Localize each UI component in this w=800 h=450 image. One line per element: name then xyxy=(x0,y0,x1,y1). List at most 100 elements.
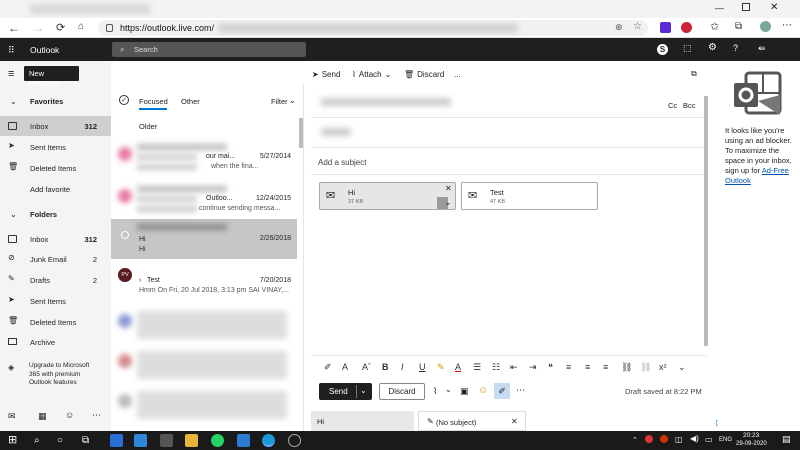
list-item[interactable] xyxy=(111,306,297,348)
word-icon[interactable] xyxy=(237,434,250,447)
chevron-down-icon[interactable]: ⌄ xyxy=(360,386,367,395)
extension-icon-2[interactable] xyxy=(681,22,692,33)
list-item[interactable] xyxy=(111,386,297,428)
align-center-icon[interactable]: ≡ xyxy=(585,362,590,372)
filter-button[interactable]: Filter xyxy=(271,97,288,106)
clock-date[interactable]: 29-09-2020 xyxy=(736,441,767,447)
nav-folder-deleted[interactable]: 🗑 Deleted Items xyxy=(0,312,111,332)
nav-folder-drafts[interactable]: ✎ Drafts 2 xyxy=(0,270,111,290)
help-icon[interactable]: ? xyxy=(733,43,738,53)
italic-icon[interactable]: I xyxy=(401,362,404,372)
align-left-icon[interactable]: ≡ xyxy=(566,362,571,372)
increase-indent-icon[interactable]: ⇥ xyxy=(529,362,537,373)
feedback-icon[interactable]: ⬚ xyxy=(683,43,692,54)
draft-tab-no-subject[interactable]: ✎ (No subject) ✕ xyxy=(418,411,526,431)
battery-icon[interactable]: ▭ xyxy=(705,435,713,444)
maximize-icon[interactable] xyxy=(742,3,750,11)
nav-add-favorite[interactable]: Add favorite xyxy=(0,179,111,199)
nav-fav-inbox[interactable]: Inbox 312 xyxy=(0,116,111,136)
home-icon[interactable]: ⌂ xyxy=(78,21,84,32)
decrease-indent-icon[interactable]: ⇤ xyxy=(510,362,518,373)
app-icon[interactable] xyxy=(110,434,123,447)
format-painter-icon[interactable]: ✐ xyxy=(324,362,332,373)
select-radio[interactable] xyxy=(121,231,129,239)
unlink-icon[interactable]: ⛓ xyxy=(640,362,651,373)
clock-time[interactable]: 20:23 xyxy=(743,432,759,439)
favorites-header[interactable]: Favorites xyxy=(30,97,63,106)
paperclip-icon[interactable]: ⌇ xyxy=(433,386,437,397)
toolbar-more-button[interactable]: ... xyxy=(454,66,461,82)
more-format-icon[interactable]: ⌄ xyxy=(678,362,686,373)
superscript-icon[interactable]: x² xyxy=(659,362,667,372)
select-all-icon[interactable]: ✓ xyxy=(119,95,129,105)
toolbar-attach-button[interactable]: ⌇ Attach ⌄ xyxy=(352,66,391,82)
upgrade-text[interactable]: Upgrade to Microsoft 365 with premium Ou… xyxy=(29,362,101,388)
back-icon[interactable]: ← xyxy=(8,21,20,35)
scrollbar[interactable] xyxy=(299,118,303,148)
tray-chevron-icon[interactable]: ⌃ xyxy=(632,436,638,444)
edge-icon[interactable] xyxy=(262,434,275,447)
cc-field[interactable] xyxy=(321,128,351,136)
attachment-card[interactable]: ✉ Test 47 KB xyxy=(461,182,598,210)
nav-fav-deleted[interactable]: 🗑 Deleted Items xyxy=(0,158,111,178)
volume-icon[interactable]: ◀) xyxy=(690,434,699,443)
nav-fav-sent[interactable]: ➤ Sent Items xyxy=(0,137,111,157)
font-color-icon[interactable]: A xyxy=(455,362,461,372)
quote-icon[interactable]: ❝ xyxy=(548,362,553,373)
format-toggle-icon[interactable]: ✐ xyxy=(494,383,510,399)
chevron-down-icon[interactable]: ⌄ xyxy=(289,96,296,105)
more-apps-icon[interactable]: ⋯ xyxy=(92,410,101,421)
file-explorer-icon[interactable] xyxy=(185,434,198,447)
list-item[interactable]: PV › Test 7/20/2018 Hmm On Fri, 20 Jul 2… xyxy=(111,264,297,306)
section-older[interactable]: Older xyxy=(139,122,157,131)
language-indicator[interactable]: ENG xyxy=(719,437,732,443)
link-icon[interactable]: ⛓ xyxy=(621,362,632,373)
skype-icon[interactable]: S xyxy=(657,44,668,55)
app-icon-2[interactable] xyxy=(288,434,301,447)
nav-folder-archive[interactable]: Archive xyxy=(0,332,111,352)
app-launcher-icon[interactable]: ⠿ xyxy=(8,45,15,56)
close-window-icon[interactable]: ✕ xyxy=(770,2,778,13)
list-item[interactable]: Outloo... 12/24/2015 continue sending me… xyxy=(111,181,297,223)
align-right-icon[interactable]: ≡ xyxy=(603,362,608,372)
list-item-selected[interactable]: Hi 2/26/2018 Hi xyxy=(111,219,297,259)
tab-focused[interactable]: Focused xyxy=(139,97,168,106)
to-field[interactable] xyxy=(321,98,451,106)
remove-attachment-icon[interactable]: ✕ xyxy=(445,184,452,193)
underline-icon[interactable]: U xyxy=(419,362,426,372)
draft-tab-hi[interactable]: Hi xyxy=(311,411,414,431)
vscode-icon[interactable] xyxy=(134,434,147,447)
bullets-icon[interactable]: ☰ xyxy=(473,362,481,373)
minimize-icon[interactable]: — xyxy=(715,3,724,13)
add-icon[interactable]: ⊕ xyxy=(615,22,623,33)
nav-folder-inbox[interactable]: Inbox 312 xyxy=(0,229,111,249)
subject-input[interactable]: Add a subject xyxy=(318,158,366,167)
terminal-icon[interactable] xyxy=(160,434,173,447)
calendar-icon[interactable]: ▦ xyxy=(38,411,47,422)
highlight-icon[interactable]: ✎ xyxy=(437,362,445,373)
forward-icon[interactable]: → xyxy=(32,21,44,35)
people-icon[interactable]: ☺ xyxy=(65,410,74,420)
tray-icon-2[interactable] xyxy=(660,435,668,443)
cc-button[interactable]: Cc xyxy=(668,101,677,110)
tray-icon[interactable] xyxy=(645,435,653,443)
toolbar-send-button[interactable]: ➤ Send xyxy=(312,66,340,82)
windows-start-icon[interactable]: ⊞ xyxy=(8,434,21,447)
profile-avatar[interactable] xyxy=(760,21,771,32)
toolbar-discard-button[interactable]: 🗑 Discard xyxy=(404,66,444,82)
chevron-right-icon[interactable]: › xyxy=(139,277,141,284)
whats-new-icon[interactable]: ⇚ xyxy=(758,43,766,54)
search-icon[interactable]: ⌕ xyxy=(34,434,47,447)
extension-icon[interactable] xyxy=(660,22,671,33)
refresh-icon[interactable]: ⟳ xyxy=(56,21,65,34)
favorite-star-icon[interactable]: ☆ xyxy=(633,21,642,32)
settings-gear-icon[interactable]: ⚙ xyxy=(708,42,717,53)
cortana-icon[interactable]: ○ xyxy=(57,434,70,447)
address-bar[interactable]: https://outlook.live.com/ ⊕ ☆ xyxy=(98,20,648,36)
chevron-down-icon[interactable]: ⌄ xyxy=(444,197,452,208)
nav-folder-sent[interactable]: ➤ Sent Items xyxy=(0,291,111,311)
image-icon[interactable]: ▣ xyxy=(460,386,469,397)
message-body[interactable] xyxy=(311,215,704,355)
bold-icon[interactable]: B xyxy=(382,362,389,372)
attachment-card[interactable]: ✉ Hi 37 KB ✕ xyxy=(319,182,456,210)
